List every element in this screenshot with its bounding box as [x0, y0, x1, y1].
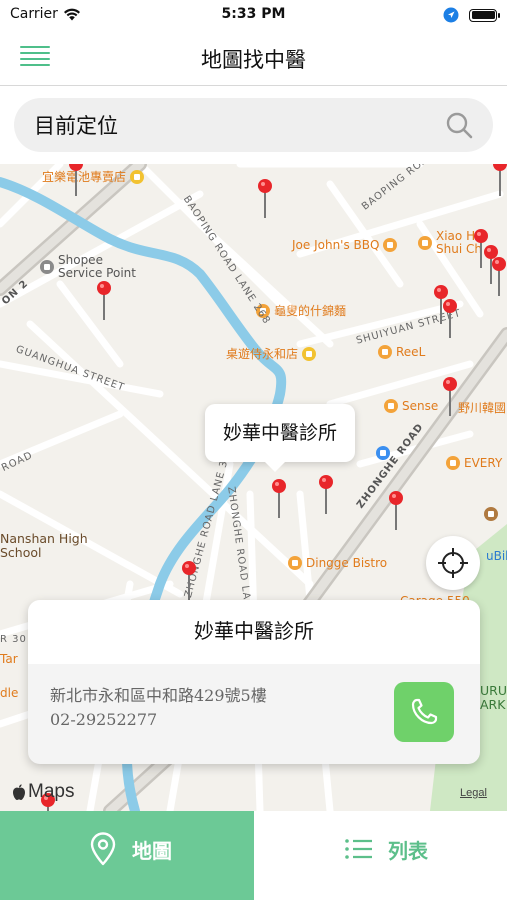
restaurant-icon	[288, 556, 302, 570]
menu-icon-line	[20, 52, 50, 54]
poi-dle[interactable]: dle	[0, 686, 18, 700]
tab-list-label: 列表	[388, 838, 428, 863]
battery-icon	[469, 8, 500, 22]
locate-me-button[interactable]	[426, 536, 480, 590]
map-pin-selected[interactable]	[271, 478, 287, 518]
map-pin[interactable]	[442, 298, 458, 338]
poi-tar[interactable]: Tar	[0, 652, 18, 666]
status-time: 5:33 PM	[221, 6, 286, 22]
restaurant-icon	[446, 456, 460, 470]
poi-shop[interactable]: 宜樂電池專賣店	[42, 168, 145, 185]
map-pin[interactable]	[491, 256, 507, 296]
poi-joe-johns-bbq[interactable]: Joe John's BBQ	[292, 238, 398, 252]
clinic-phone: 02-29252277	[50, 710, 158, 729]
map-pin[interactable]	[388, 490, 404, 530]
tab-list[interactable]: 列表	[254, 811, 507, 900]
shopping-icon	[302, 346, 317, 361]
poi-sense[interactable]: Sense	[384, 399, 438, 413]
search-input[interactable]	[34, 98, 434, 152]
menu-icon-line	[20, 46, 50, 48]
store-icon	[40, 260, 54, 274]
location-pin-icon	[90, 832, 116, 866]
tab-map[interactable]: 地圖	[0, 811, 254, 900]
poi-ubike[interactable]: uBike	[486, 549, 507, 563]
poi-boardgame[interactable]: 桌遊侍永和店	[226, 345, 317, 362]
school-label: Nanshan High School	[0, 531, 88, 560]
location-arrow-icon	[443, 7, 459, 23]
list-icon	[345, 839, 372, 859]
poi-reel[interactable]: ReeL	[378, 345, 425, 359]
restaurant-icon	[384, 399, 398, 413]
street-label: R 30	[0, 634, 27, 645]
shopping-icon	[130, 169, 145, 184]
maps-attribution: Maps	[12, 781, 74, 803]
menu-icon-line	[20, 58, 50, 60]
tab-map-label: 地圖	[132, 838, 172, 863]
map-pin[interactable]	[96, 280, 112, 320]
cafe-icon	[484, 507, 498, 521]
legal-link[interactable]: Legal	[460, 787, 487, 799]
phone-icon	[411, 698, 438, 725]
menu-icon-line	[20, 64, 50, 66]
park-label: URU ARK	[480, 684, 507, 712]
map-pin[interactable]	[257, 178, 273, 218]
restaurant-icon	[383, 238, 398, 252]
map-pin[interactable]	[318, 474, 334, 514]
poi-korean[interactable]: 野川韓國	[458, 399, 506, 416]
search-area	[0, 86, 507, 164]
navigation-bar: 地圖找中醫	[0, 30, 507, 86]
crosshair-icon	[438, 548, 468, 578]
clinic-name: 妙華中醫診所	[28, 600, 480, 664]
map-pin[interactable]	[442, 376, 458, 416]
poi-parking	[376, 446, 390, 460]
map-pin[interactable]	[181, 560, 197, 600]
poi-brown	[484, 507, 498, 521]
call-button[interactable]	[394, 682, 454, 742]
page-title: 地圖找中醫	[201, 48, 306, 72]
parking-icon	[376, 446, 390, 460]
restaurant-icon	[418, 236, 432, 250]
poi-shopee[interactable]: Shopee Service Point	[40, 254, 148, 280]
map-pin[interactable]	[68, 164, 84, 196]
apple-icon	[13, 783, 25, 800]
search-bar[interactable]	[14, 98, 493, 152]
tab-bar: 地圖 列表	[0, 811, 507, 900]
menu-button[interactable]	[20, 46, 50, 70]
clinic-address: 新北市永和區中和路429號5樓	[50, 686, 267, 705]
pin-callout[interactable]: 妙華中醫診所	[205, 404, 355, 472]
poi-every[interactable]: EVERY	[446, 456, 502, 470]
map-pin[interactable]	[492, 164, 507, 196]
status-right	[443, 7, 500, 23]
clinic-info-card[interactable]: 妙華中醫診所 新北市永和區中和路429號5樓 02-29252277	[28, 600, 480, 764]
status-bar: Carrier 5:33 PM	[0, 0, 507, 30]
poi-dingge-bistro[interactable]: Dingge Bistro	[288, 556, 387, 570]
search-icon[interactable]	[445, 111, 473, 139]
restaurant-icon	[378, 345, 392, 359]
